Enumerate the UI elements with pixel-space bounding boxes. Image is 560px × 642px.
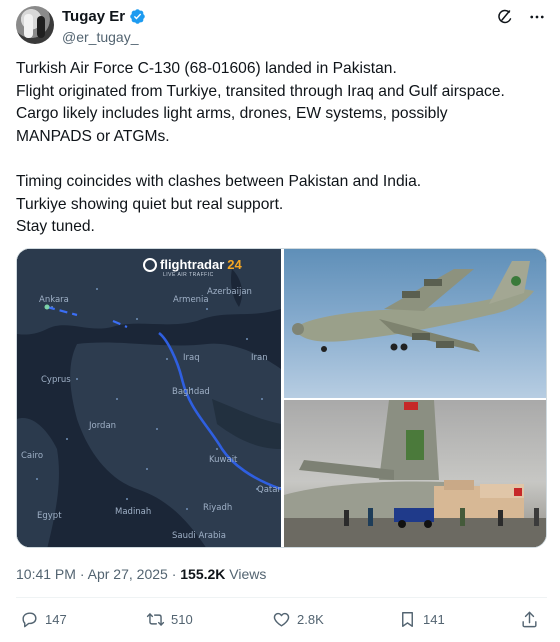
repost-icon <box>146 613 165 626</box>
c130-in-flight-graphic <box>292 261 534 352</box>
tweet-time[interactable]: 10:41 PM <box>16 566 76 582</box>
repost-count: 510 <box>171 612 193 627</box>
flightradar-logo: flightradar 24 <box>143 257 242 272</box>
map-label: Ankara <box>39 295 69 305</box>
grok-icon[interactable] <box>496 8 514 26</box>
map-label: Qatar <box>257 485 281 495</box>
display-name[interactable]: Tugay Er <box>62 8 125 25</box>
tweet-line: Flight originated from Turkiye, transite… <box>16 82 505 100</box>
map-label: Riyadh <box>203 503 233 513</box>
map-label: Kuwait <box>209 455 238 465</box>
map-label: Armenia <box>173 295 209 305</box>
like-button[interactable]: 2.8K <box>272 610 324 629</box>
tweet-line: Timing coincides with clashes between Pa… <box>16 172 422 190</box>
tweet-date[interactable]: Apr 27, 2025 <box>88 566 168 582</box>
map-label: Egypt <box>37 511 62 521</box>
divider <box>16 597 547 598</box>
bookmark-count: 141 <box>423 612 445 627</box>
map-label: Cyprus <box>41 375 71 385</box>
bookmark-icon <box>402 612 413 627</box>
share-icon <box>522 611 537 628</box>
views-label: Views <box>229 566 267 582</box>
tweet-meta: 10:41 PM · Apr 27, 2025 · 155.2K Views <box>16 566 266 582</box>
tweet-line: MANPADS or ATGMs. <box>16 127 170 145</box>
share-button[interactable] <box>520 610 539 629</box>
map-label: Iraq <box>183 353 200 363</box>
reply-count: 147 <box>45 612 67 627</box>
meta-separator: · <box>79 566 85 582</box>
like-count: 2.8K <box>297 612 324 627</box>
header-actions <box>496 8 546 26</box>
tweet-line: Cargo likely includes light arms, drones… <box>16 105 448 123</box>
handle[interactable]: @er_tugay_ <box>62 29 138 45</box>
author-name-row[interactable]: Tugay Er <box>62 8 146 25</box>
map-label: Cairo <box>21 451 44 461</box>
tweet-text: Turkish Air Force C-130 (68-01606) lande… <box>16 58 544 239</box>
map-label: Iran <box>251 353 268 363</box>
map-label: Saudi Arabia <box>172 531 226 541</box>
avatar[interactable] <box>16 6 54 44</box>
map-label: Baghdad <box>172 387 210 397</box>
cargo-scene-graphic <box>284 400 546 547</box>
cargo-unloading-photo[interactable] <box>284 400 546 547</box>
bookmark-button[interactable]: 141 <box>398 610 445 629</box>
tweet-line: Turkiye showing quiet but real support. <box>16 195 284 213</box>
reply-button[interactable]: 147 <box>20 610 67 629</box>
reply-icon <box>22 612 37 628</box>
action-bar: 147 510 2.8K 141 <box>20 610 546 636</box>
tweet-header: Tugay Er @er_tugay_ <box>16 6 546 48</box>
logo-number: 24 <box>227 257 242 272</box>
logo-subtitle: LIVE AIR TRAFFIC <box>163 272 214 278</box>
map-label: Azerbaijan <box>207 287 252 297</box>
map-label: Jordan <box>89 421 117 431</box>
media-grid: flightradar 24 LIVE AIR TRAFFIC Ankara Ar… <box>16 248 547 548</box>
repost-button[interactable]: 510 <box>146 610 193 629</box>
more-icon[interactable] <box>528 8 546 26</box>
verified-badge-icon <box>130 9 145 24</box>
heart-icon <box>273 612 290 627</box>
map-label: Madinah <box>115 507 152 517</box>
views-count[interactable]: 155.2K <box>180 566 225 582</box>
tweet-line: Turkish Air Force C-130 (68-01606) lande… <box>16 60 397 77</box>
meta-separator: · <box>171 566 177 582</box>
flight-map-image[interactable]: flightradar 24 LIVE AIR TRAFFIC Ankara Ar… <box>17 249 282 547</box>
logo-text: flightradar <box>160 257 225 272</box>
aircraft-flight-photo[interactable] <box>284 249 546 398</box>
tweet-line: Stay tuned. <box>16 218 95 236</box>
